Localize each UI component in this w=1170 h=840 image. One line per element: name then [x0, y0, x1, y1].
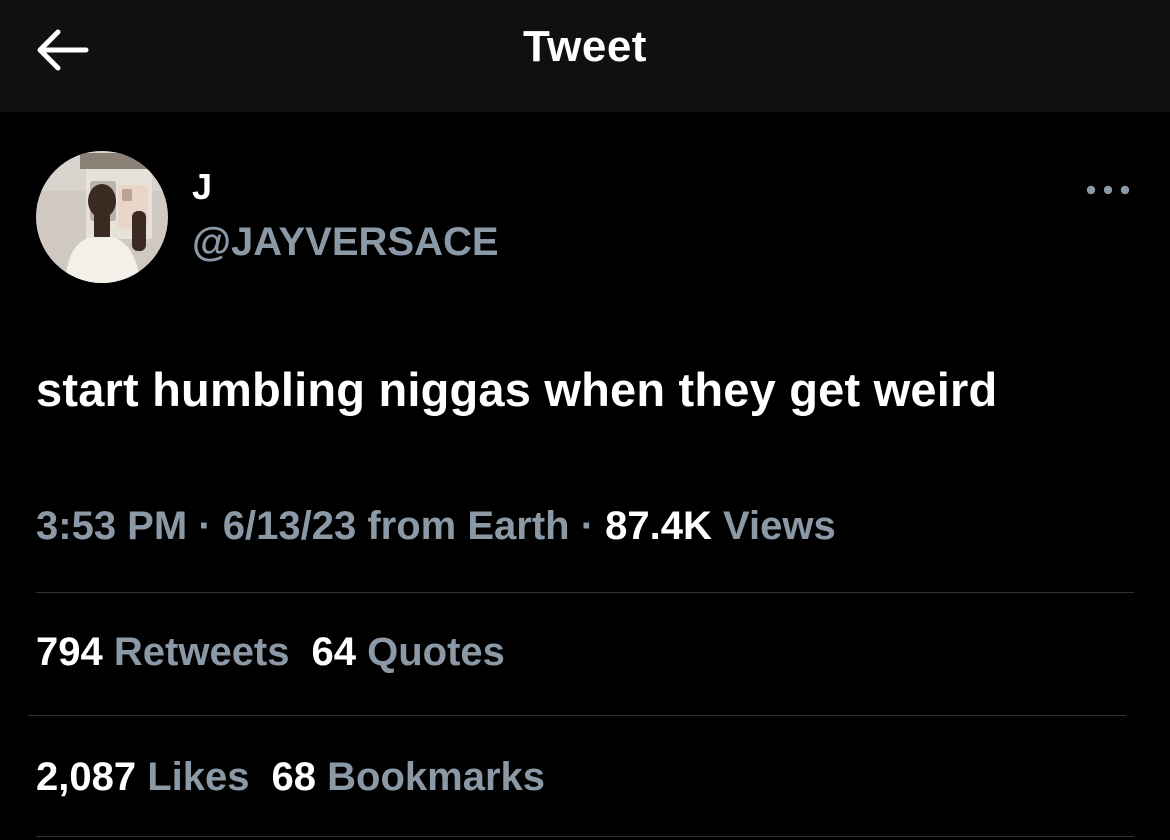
quotes-stat[interactable]: 64 Quotes [312, 630, 505, 675]
more-horizontal-icon [1086, 185, 1130, 195]
page-title: Tweet [523, 22, 647, 71]
top-bar: Tweet [0, 0, 1170, 112]
retweets-label: Retweets [113, 630, 290, 674]
avatar[interactable] [36, 151, 168, 283]
bookmarks-count: 68 [271, 755, 317, 799]
retweets-count: 794 [36, 630, 103, 674]
views-count[interactable]: 87.4K [605, 504, 712, 548]
retweet-quote-stats: 794 Retweets 64 Quotes [36, 630, 527, 675]
tweet-source: from Earth [367, 504, 570, 548]
tweet-metadata: 3:53 PM · 6/13/23 from Earth · 87.4K Vie… [36, 504, 836, 549]
profile-photo-avatar [36, 151, 168, 283]
author-handle[interactable]: @JAYVERSACE [192, 220, 499, 265]
likes-label: Likes [147, 755, 250, 799]
like-bookmark-stats: 2,087 Likes 68 Bookmarks [36, 755, 567, 800]
divider [28, 715, 1126, 716]
likes-count: 2,087 [36, 755, 137, 799]
more-options-button[interactable] [1080, 176, 1136, 204]
bookmarks-label: Bookmarks [327, 755, 546, 799]
bookmarks-stat[interactable]: 68 Bookmarks [272, 755, 546, 800]
divider [36, 592, 1134, 593]
tweet-text: start humbling niggas when they get weir… [36, 363, 998, 416]
tweet-date: 6/13/23 [222, 504, 357, 548]
retweets-stat[interactable]: 794 Retweets [36, 630, 290, 675]
quotes-label: Quotes [367, 630, 505, 674]
meta-separator: · [580, 504, 595, 548]
meta-separator: · [198, 504, 212, 548]
divider [36, 836, 1134, 837]
views-label[interactable]: Views [723, 504, 836, 548]
likes-stat[interactable]: 2,087 Likes [36, 755, 250, 800]
author-display-name[interactable]: J [192, 166, 212, 208]
quotes-count: 64 [311, 630, 357, 674]
tweet-time: 3:53 PM [36, 504, 188, 548]
